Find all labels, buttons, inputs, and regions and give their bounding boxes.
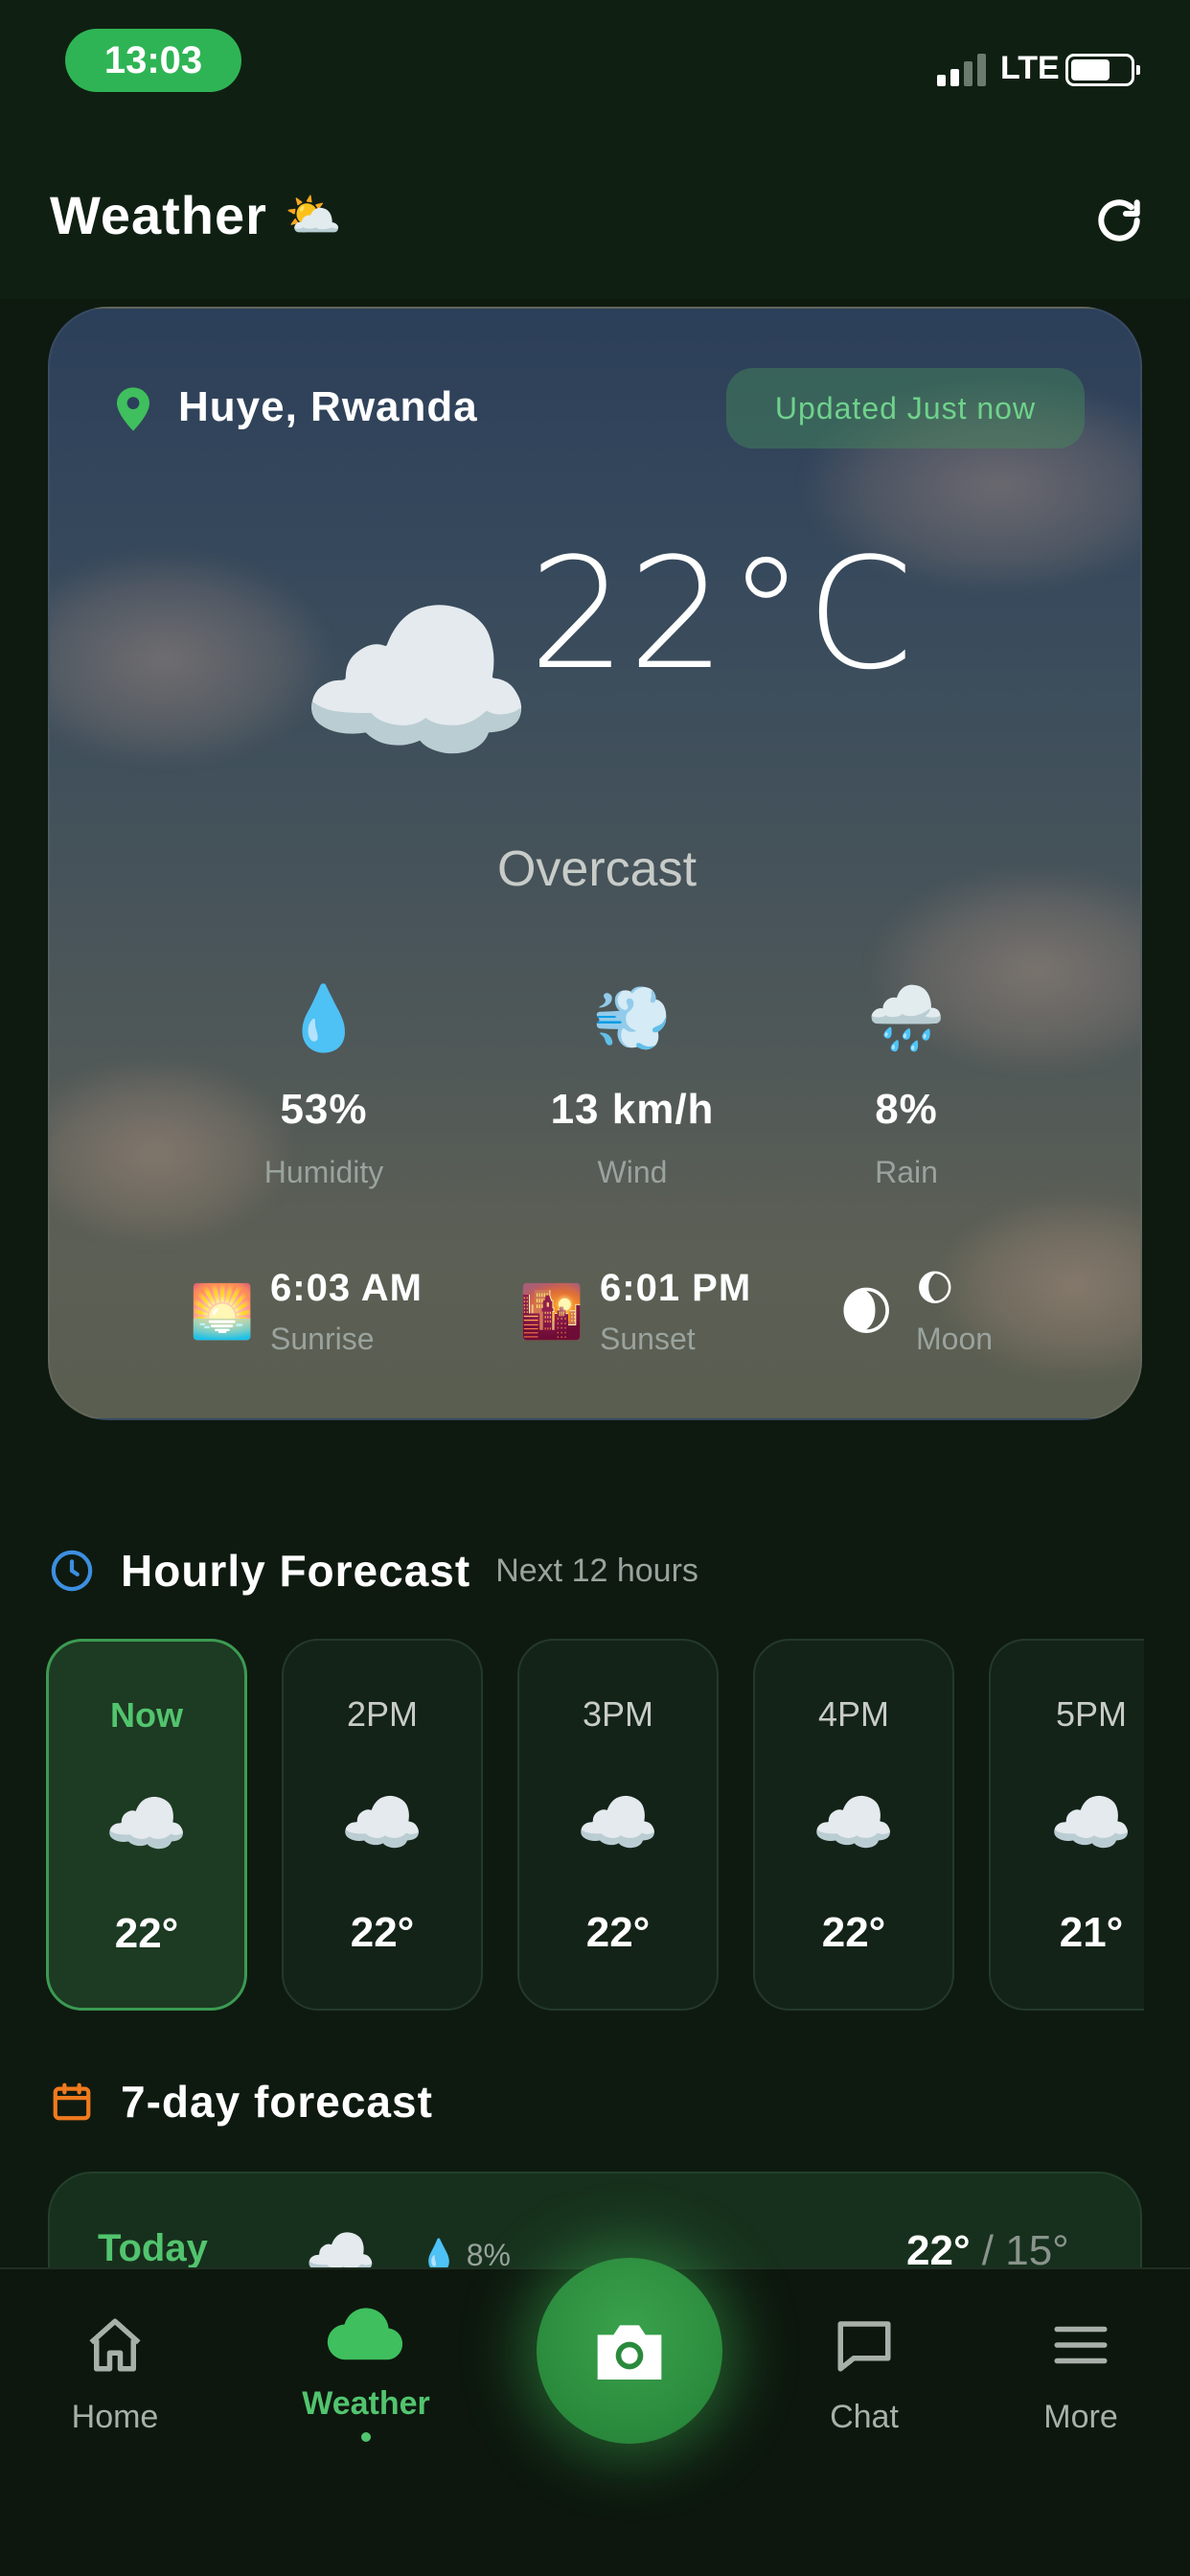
sunset-info: 🌇 6:01 PM Sunset — [519, 1267, 751, 1357]
weekly-forecast-title: 7-day forecast — [121, 2077, 433, 2127]
current-weather-card: Huye, Rwanda Updated Just now ☁️ 22°C Ov… — [48, 307, 1142, 1420]
hour-temp: 22° — [114, 1910, 179, 1957]
hour-temp: 22° — [350, 1909, 415, 1956]
humidity-label: Humidity — [263, 1155, 384, 1189]
camera-button[interactable] — [537, 2258, 722, 2444]
hour-label: 3PM — [582, 1694, 654, 1734]
nav-label-more: More — [1043, 2399, 1118, 2435]
location-pin-icon — [117, 387, 149, 431]
status-bar: 13:03 LTE — [0, 0, 1190, 125]
moon-phase-icon: 🌔 — [916, 1269, 955, 1309]
network-type: LTE — [1000, 50, 1060, 86]
chat-icon — [837, 2321, 891, 2372]
hour-temp: 21° — [1059, 1909, 1124, 1956]
hourly-forecast-title: Hourly Forecast — [121, 1546, 471, 1596]
moon-info: 🌒 🌔 Moon — [839, 1267, 993, 1357]
camera-icon — [597, 2325, 662, 2380]
moon-icon: 🌒 — [839, 1283, 894, 1341]
cloud-icon: ☁️ — [812, 1785, 896, 1860]
hourly-card[interactable]: Now ☁️ 22° — [46, 1639, 247, 2011]
nav-item-weather[interactable]: Weather — [270, 2306, 462, 2442]
rain-cloud-icon: 🌧️ — [866, 982, 947, 1053]
hourly-card[interactable]: 5PM ☁️ 21° — [989, 1639, 1144, 2011]
moon-label: Moon — [916, 1322, 994, 1356]
hour-label: Now — [110, 1695, 183, 1735]
cloud-icon: ☁️ — [576, 1785, 660, 1860]
refresh-icon[interactable] — [1092, 194, 1146, 247]
wind-icon: 💨 — [592, 982, 673, 1053]
home-icon — [89, 2318, 141, 2372]
weather-condition: Overcast — [496, 841, 698, 897]
cloud-icon: ☁️ — [104, 1786, 189, 1861]
calendar-icon — [53, 2082, 91, 2121]
updated-badge: Updated Just now — [726, 368, 1085, 448]
droplet-icon: 💧 — [284, 982, 364, 1053]
hourly-card[interactable]: 3PM ☁️ 22° — [517, 1639, 719, 2011]
sunrise-icon: 🌅 — [190, 1283, 255, 1341]
nav-label-weather: Weather — [302, 2385, 430, 2422]
sunset-label: Sunset — [600, 1322, 696, 1356]
hour-label: 5PM — [1055, 1694, 1128, 1734]
rain-stat: 🌧️ 8% Rain — [772, 975, 1041, 1190]
rain-value: 8% — [875, 1086, 938, 1133]
hour-label: 4PM — [817, 1694, 890, 1734]
hour-temp: 22° — [821, 1909, 886, 1956]
sunrise-time: 6:03 AM — [270, 1267, 423, 1309]
hour-temp: 22° — [585, 1909, 651, 1956]
cloud-icon: ☁️ — [297, 575, 537, 789]
page-title: Weather ⛅ — [50, 184, 343, 246]
wind-label: Wind — [597, 1155, 668, 1189]
nav-item-more[interactable]: More — [985, 2313, 1177, 2436]
wind-stat: 💨 13 km/h Wind — [498, 975, 767, 1190]
hourly-forecast-header: Hourly Forecast Next 12 hours — [50, 1545, 698, 1597]
hourly-card[interactable]: 4PM ☁️ 22° — [753, 1639, 954, 2011]
hourly-card[interactable]: 2PM ☁️ 22° — [282, 1639, 483, 2011]
nav-label-home: Home — [71, 2399, 159, 2435]
nav-item-home[interactable]: Home — [19, 2313, 211, 2436]
current-temperature: 22°C — [529, 524, 916, 703]
humidity-value: 53% — [280, 1086, 368, 1133]
signal-strength-icon — [937, 54, 986, 86]
cloud-icon: ☁️ — [340, 1785, 424, 1860]
weekly-forecast-header: 7-day forecast — [50, 2076, 433, 2128]
day-label: Today — [98, 2227, 208, 2269]
page-title-text: Weather — [50, 185, 267, 245]
active-indicator — [361, 2432, 371, 2442]
humidity-stat: 💧 53% Humidity — [190, 975, 458, 1190]
hourly-forecast-subtitle: Next 12 hours — [495, 1552, 698, 1589]
cloud-icon — [327, 2308, 403, 2360]
sunset-time: 6:01 PM — [600, 1267, 752, 1309]
wind-value: 13 km/h — [550, 1086, 715, 1133]
sun-behind-cloud-icon: ⛅ — [284, 191, 343, 242]
app-header: Weather ⛅ — [0, 125, 1190, 299]
menu-icon — [1054, 2326, 1108, 2364]
sunrise-label: Sunrise — [270, 1322, 375, 1356]
rain-label: Rain — [875, 1155, 938, 1189]
battery-icon — [1065, 54, 1140, 86]
clock-icon — [51, 1550, 93, 1592]
nav-label-chat: Chat — [830, 2399, 899, 2435]
cloud-icon: ☁️ — [1049, 1785, 1133, 1860]
nav-item-chat[interactable]: Chat — [768, 2313, 960, 2436]
sunrise-info: 🌅 6:03 AM Sunrise — [190, 1267, 423, 1357]
location-name: Huye, Rwanda — [178, 383, 478, 430]
status-time: 13:03 — [65, 29, 241, 92]
hour-label: 2PM — [346, 1694, 419, 1734]
sunset-icon: 🌇 — [519, 1283, 584, 1341]
